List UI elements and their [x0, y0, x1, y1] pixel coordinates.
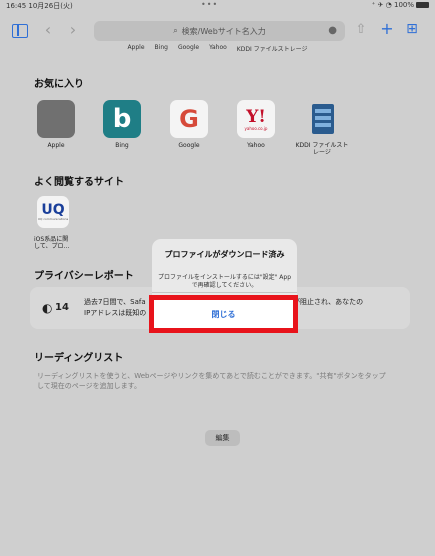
privacy-text-left-2: IPアドレスは既知の [84, 309, 147, 317]
search-placeholder: 検索/Webサイト名入力 [181, 26, 266, 36]
new-tab-button[interactable]: + [380, 21, 394, 37]
battery-icon [416, 2, 429, 8]
alert-title: プロファイルがダウンロード済み [164, 250, 285, 259]
reading-list-description: リーディングリストを使うと、Webページやリンクを集めてあとで読むことができます… [37, 372, 386, 390]
favorite-bing-tile[interactable]: b [103, 100, 141, 138]
favorites-heading: お気に入り [34, 79, 84, 90]
uq-logo-subtext: UQ communications [37, 217, 69, 221]
file-storage-icon [312, 104, 334, 134]
favbar-item-google[interactable]: Google [178, 44, 199, 53]
status-right-text: ⁺ ✈ ◔ 100% [371, 1, 414, 9]
favbar-item-bing[interactable]: Bing [155, 44, 168, 53]
favbar-item-yahoo[interactable]: Yahoo [209, 44, 227, 53]
sidebar-icon[interactable] [12, 24, 28, 38]
frequent-uq-label-line1: iOS系品に関 [34, 236, 69, 243]
status-indicators: ⁺ ✈ ◔ 100% [372, 1, 429, 9]
frequent-uq-tile[interactable]: UQ UQ communications [37, 196, 69, 228]
alert-divider [152, 292, 297, 293]
google-logo-icon: G [179, 105, 199, 133]
search-icon: ⌕ [173, 26, 178, 35]
status-time: 16:45 10月26日(火) [6, 2, 73, 10]
frequent-uq-label: iOS系品に関 して、プロ… [34, 236, 70, 250]
favorites-bar: Apple Bing Google Yahoo KDDI ファイルストレージ [0, 44, 435, 53]
close-button[interactable]: 閉じる [154, 300, 293, 328]
address-search-field[interactable]: ⌕ 検索/Webサイト名入力 ● [94, 21, 345, 41]
yahoo-domain-text: yahoo.co.jp [244, 125, 268, 131]
shield-icon: ◐ [42, 301, 53, 315]
forward-button[interactable]: › [67, 22, 79, 38]
alert-message: プロファイルをインストールするには"設定" Appで再確認してください。 [157, 274, 292, 289]
edit-button[interactable]: 編集 [205, 430, 240, 446]
uq-logo-icon: UQ [41, 202, 65, 218]
tracker-count: 14 [55, 302, 69, 313]
multitasking-dots[interactable]: ••• [201, 0, 218, 9]
favorite-bing-label: Bing [115, 142, 129, 149]
privacy-summary-left: 過去7日間で、Safa IPアドレスは既知の [84, 297, 146, 319]
frequent-uq-label-line2: して、プロ… [34, 243, 70, 250]
yahoo-logo-icon: Y! [246, 106, 266, 127]
favbar-item-kddi[interactable]: KDDI ファイルストレージ [237, 44, 308, 53]
tab-overview-icon[interactable]: ⊞ [404, 21, 420, 37]
favorite-google-tile[interactable]: G [170, 100, 208, 138]
favorite-yahoo-tile[interactable]: Y! yahoo.co.jp [237, 100, 275, 138]
frequent-sites-heading: よく閲覧するサイト [34, 177, 124, 188]
favorite-google-label: Google [178, 142, 200, 149]
bing-logo-icon: b [112, 104, 132, 134]
favorite-apple-label: Apple [47, 142, 65, 149]
privacy-text-left-1: 過去7日間で、Safa [84, 298, 146, 306]
favorite-kddi-label: KDDI ファイルストレージ [295, 142, 349, 156]
favorite-apple-tile[interactable] [37, 100, 75, 138]
reading-list-heading: リーディングリスト [34, 353, 124, 364]
back-button[interactable]: ‹ [42, 22, 54, 38]
microphone-icon[interactable]: ● [328, 25, 337, 36]
share-icon[interactable]: ⇧ [354, 22, 368, 38]
favbar-item-apple[interactable]: Apple [127, 44, 144, 53]
privacy-report-heading: プライバシーレポート [34, 271, 134, 282]
favorite-kddi-tile[interactable] [304, 100, 342, 138]
favorite-yahoo-label: Yahoo [247, 142, 265, 149]
